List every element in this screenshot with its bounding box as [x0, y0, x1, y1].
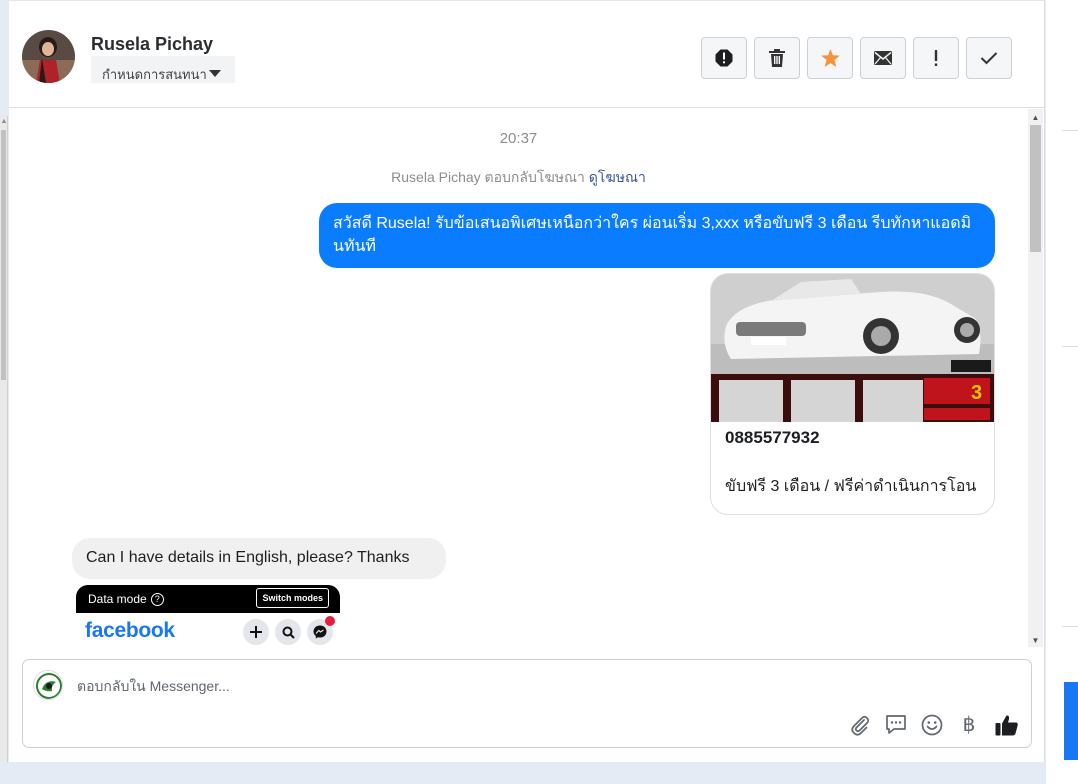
scroll-down-arrow[interactable]: ▼ — [1028, 636, 1043, 645]
sidebar-divider — [1062, 346, 1078, 347]
left-scroll-up-arrow[interactable]: ▲ — [0, 118, 8, 125]
conversation-actions — [701, 37, 1019, 79]
incoming-message[interactable]: Can I have details in English, please? T… — [72, 538, 446, 579]
composer-tools: ฿ — [835, 712, 1019, 737]
ad-card-description: ขับฟรี 3 เดือน / ฟรีค่าดำเนินการโอน — [725, 478, 977, 495]
contact-name[interactable]: Rusela Pichay — [91, 34, 213, 55]
alert-octagon-icon — [715, 49, 733, 67]
trash-icon — [769, 49, 785, 67]
star-icon — [820, 49, 840, 67]
baht-icon: ฿ — [962, 714, 976, 736]
attachment-switch-modes: Switch modes — [256, 588, 329, 608]
scroll-up-arrow[interactable]: ▲ — [1028, 113, 1043, 122]
envelope-icon — [874, 51, 892, 65]
search-icon — [275, 619, 301, 645]
emoji-icon — [921, 714, 943, 735]
attachment-top-bar: Data mode? Switch modes — [76, 585, 340, 613]
mark-unread-button[interactable] — [860, 37, 906, 79]
help-icon: ? — [150, 593, 164, 606]
reply-composer[interactable]: ตอบกลับใน Messenger... ฿ — [22, 659, 1032, 748]
conversation-panel: Rusela Pichay กำหนดการสนทนา 20:37 Rusela… — [9, 0, 1045, 762]
thread-scrollbar[interactable]: ▲ ▼ — [1028, 109, 1043, 647]
sidebar-divider — [1062, 626, 1078, 627]
bottom-background — [0, 762, 1046, 784]
view-ad-link[interactable]: ดูโฆษณา — [589, 169, 646, 185]
ad-reply-notice: Rusela Pichay ตอบกลับโฆษณา ดูโฆษณา — [9, 167, 1028, 189]
follow-up-button[interactable] — [913, 37, 959, 79]
star-button[interactable] — [807, 37, 853, 79]
screenshot-attachment[interactable]: Data mode? Switch modes facebook — [76, 585, 340, 647]
left-scrollbar-thumb[interactable] — [1, 130, 6, 380]
facebook-logo: facebook — [85, 619, 175, 642]
exclamation-icon — [934, 50, 938, 66]
page-avatar — [33, 670, 63, 700]
ad-card-phone: 0885577932 — [725, 428, 820, 447]
thumbs-up-icon — [995, 714, 1018, 735]
ad-card[interactable]: 3 0885577932 ขับฟรี 3 เดือน / ฟรีค่าดำเน… — [710, 273, 995, 515]
attach-button[interactable] — [849, 714, 871, 736]
outgoing-message[interactable]: สวัสดี Rusela! รับข้อเสนอพิเศษเหนือกว่าใ… — [319, 203, 995, 268]
contact-avatar[interactable] — [22, 30, 75, 83]
thread-scrollbar-thumb[interactable] — [1030, 125, 1041, 252]
mark-done-button[interactable] — [966, 37, 1012, 79]
assign-conversation-dropdown[interactable]: กำหนดการสนทนา — [91, 56, 235, 83]
caret-down-icon — [209, 70, 221, 77]
attachment-data-mode-label: Data mode — [88, 592, 147, 606]
reply-input[interactable]: ตอบกลับใน Messenger... — [77, 676, 230, 698]
notification-badge — [325, 616, 335, 626]
message-thread[interactable]: 20:37 Rusela Pichay ตอบกลับโฆษณา ดูโฆษณา… — [9, 109, 1028, 647]
sidebar-divider — [1062, 130, 1078, 131]
assign-conversation-label: กำหนดการสนทนา — [102, 67, 207, 82]
attachment-facebook-bar: facebook — [76, 613, 340, 647]
spam-button[interactable] — [701, 37, 747, 79]
message-timestamp: 20:37 — [499, 130, 538, 147]
right-sidebar-edge — [1046, 0, 1078, 784]
payment-button[interactable]: ฿ — [957, 712, 981, 737]
ad-car-image: 3 — [711, 274, 994, 422]
check-icon — [980, 52, 998, 65]
like-button[interactable] — [995, 714, 1019, 736]
delete-button[interactable] — [754, 37, 800, 79]
emoji-button[interactable] — [921, 714, 943, 736]
conversation-header: Rusela Pichay กำหนดการสนทนา — [9, 0, 1045, 108]
ad-reply-text: Rusela Pichay ตอบกลับโฆษณา — [391, 169, 585, 185]
saved-replies-icon — [886, 714, 906, 734]
left-scrollbar[interactable]: ▲ — [0, 116, 8, 784]
plus-icon — [243, 619, 269, 645]
messenger-icon — [307, 616, 335, 645]
paperclip-icon — [851, 715, 870, 736]
sidebar-blue-button[interactable] — [1064, 682, 1078, 760]
saved-replies-button[interactable] — [885, 714, 907, 736]
svg-text:3: 3 — [971, 382, 982, 404]
